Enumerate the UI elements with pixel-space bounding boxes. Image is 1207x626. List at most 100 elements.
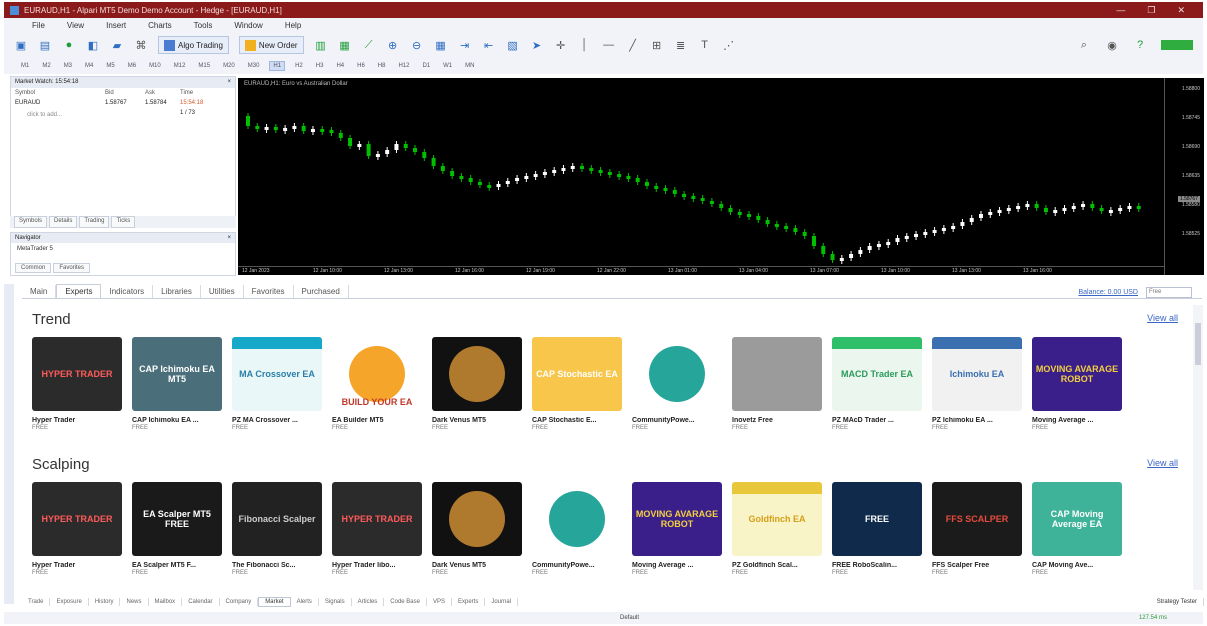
product-image[interactable]: MA Crossover EA xyxy=(232,337,322,411)
close-button[interactable]: ✕ xyxy=(1177,5,1185,16)
timeframe-w1[interactable]: W1 xyxy=(440,62,455,70)
timeframe-m3[interactable]: M3 xyxy=(61,62,75,70)
community-icon[interactable]: ◉ xyxy=(1105,36,1119,54)
timeframe-h3[interactable]: H3 xyxy=(313,62,327,70)
product-card[interactable]: CommunityPowe... FREE xyxy=(632,337,722,431)
product-image[interactable] xyxy=(732,337,822,411)
tab-main[interactable]: Main xyxy=(22,285,57,298)
crosshair-icon[interactable]: ✛ xyxy=(554,36,568,54)
product-image[interactable]: MOVING AVARAGE ROBOT xyxy=(632,482,722,556)
product-card[interactable]: HYPER TRADER Hyper Trader FREE xyxy=(32,482,122,576)
product-card[interactable]: Ichimoku EA PZ Ichimoku EA ... FREE xyxy=(932,337,1022,431)
zoom-out-icon[interactable]: ⊖ xyxy=(410,36,424,54)
tab-exposure[interactable]: Exposure xyxy=(50,598,89,606)
timeframe-m5[interactable]: M5 xyxy=(103,62,117,70)
product-card[interactable]: FFS SCALPER FFS Scalper Free FREE xyxy=(932,482,1022,576)
line-chart-icon[interactable]: ⟋ xyxy=(362,36,376,54)
tab-purchased[interactable]: Purchased xyxy=(294,285,349,298)
timeframe-h1[interactable]: H1 xyxy=(269,61,286,71)
candlestick-icon[interactable]: ▦ xyxy=(338,36,352,54)
add-symbol-row[interactable]: click to add... 1 / 73 xyxy=(11,108,235,122)
autoscroll-icon[interactable]: ⇥ xyxy=(458,36,472,54)
product-image[interactable]: FREE xyxy=(832,482,922,556)
vertical-scrollbar[interactable] xyxy=(1193,305,1203,590)
menu-file[interactable]: File xyxy=(32,21,45,30)
product-image[interactable] xyxy=(432,482,522,556)
tab-indicators[interactable]: Indicators xyxy=(101,285,154,298)
product-image[interactable]: FFS SCALPER xyxy=(932,482,1022,556)
product-image[interactable] xyxy=(632,337,722,411)
product-image[interactable] xyxy=(432,337,522,411)
view-all-link[interactable]: View all xyxy=(1147,458,1178,468)
product-card[interactable]: Goldfinch EA PZ Goldfinch Scal... FREE xyxy=(732,482,822,576)
tab-details[interactable]: Details xyxy=(49,216,78,228)
product-card[interactable]: Dark Venus MT5 FREE xyxy=(432,482,522,576)
product-card[interactable]: MACD Trader EA PZ MAcD Trader ... FREE xyxy=(832,337,922,431)
menu-help[interactable]: Help xyxy=(285,21,301,30)
tab-articles[interactable]: Articles xyxy=(352,598,385,606)
timeframe-m12[interactable]: M12 xyxy=(171,62,189,70)
product-card[interactable]: CAP Stochastic EA CAP Stochastic E... FREE xyxy=(532,337,622,431)
timeframe-h12[interactable]: H12 xyxy=(395,62,412,70)
trendline-icon[interactable]: ╱ xyxy=(626,36,640,54)
product-card[interactable]: HYPER TRADER Hyper Trader FREE xyxy=(32,337,122,431)
tab-journal[interactable]: Journal xyxy=(485,598,519,606)
tab-experts[interactable]: Experts xyxy=(452,598,486,606)
menu-view[interactable]: View xyxy=(67,21,84,30)
view-all-link[interactable]: View all xyxy=(1147,313,1178,323)
tab-favorites[interactable]: Favorites xyxy=(244,285,294,298)
product-image[interactable]: Fibonacci Scalper xyxy=(232,482,322,556)
zoom-in-icon[interactable]: ⊕ xyxy=(386,36,400,54)
tab-trade[interactable]: Trade xyxy=(22,598,51,606)
navigator-item[interactable]: MetaTrader 5 xyxy=(11,243,235,255)
data-window-icon[interactable]: ◧ xyxy=(86,36,100,54)
timeframe-m2[interactable]: M2 xyxy=(39,62,53,70)
column-ask[interactable]: Ask xyxy=(145,90,180,96)
menu-charts[interactable]: Charts xyxy=(148,21,172,30)
timeframe-m20[interactable]: M20 xyxy=(220,62,238,70)
tab-alerts[interactable]: Alerts xyxy=(291,598,319,606)
shapes-icon[interactable]: ⋰ xyxy=(722,36,736,54)
product-card[interactable]: MA Crossover EA PZ MA Crossover ... FREE xyxy=(232,337,322,431)
balance-link[interactable]: Balance: 0.00 USD xyxy=(1070,287,1146,298)
search-icon[interactable]: ⌕ xyxy=(1077,36,1091,54)
tab-company[interactable]: Company xyxy=(220,598,259,606)
timeframe-h8[interactable]: H8 xyxy=(375,62,389,70)
product-card[interactable]: Inovetz Free FREE xyxy=(732,337,822,431)
column-bid[interactable]: Bid xyxy=(105,90,145,96)
horizontal-line-icon[interactable]: — xyxy=(602,36,616,54)
tab-symbols[interactable]: Symbols xyxy=(14,216,48,228)
product-card[interactable]: CAP Ichimoku EA MT5 CAP Ichimoku EA ... FR… xyxy=(132,337,222,431)
vertical-line-icon[interactable]: │ xyxy=(578,36,592,54)
product-card[interactable]: CommunityPowe... FREE xyxy=(532,482,622,576)
channel-icon[interactable]: ⊞ xyxy=(650,36,664,54)
product-image[interactable]: HYPER TRADER xyxy=(332,482,422,556)
product-card[interactable]: MOVING AVARAGE ROBOT Moving Average ... FR… xyxy=(1032,337,1122,431)
fibonacci-icon[interactable]: ≣ xyxy=(674,36,688,54)
column-time[interactable]: Time xyxy=(180,90,225,96)
text-icon[interactable]: T xyxy=(698,36,712,54)
timeframe-h2[interactable]: H2 xyxy=(292,62,306,70)
menu-tools[interactable]: Tools xyxy=(194,21,213,30)
product-image[interactable]: CAP Moving Average EA xyxy=(1032,482,1122,556)
timeframe-m1[interactable]: M1 xyxy=(18,62,32,70)
table-row[interactable]: EURAUD 1.58767 1.58784 15:54:18 xyxy=(11,98,235,108)
tab-experts[interactable]: Experts xyxy=(56,284,102,298)
tab-market[interactable]: Market xyxy=(258,597,291,607)
product-image[interactable]: Ichimoku EA xyxy=(932,337,1022,411)
tab-trading[interactable]: Trading xyxy=(79,216,110,228)
navigator-icon[interactable]: ▰ xyxy=(110,36,124,54)
maximize-button[interactable]: ❐ xyxy=(1147,5,1155,16)
chart-shift-icon[interactable]: ⇤ xyxy=(482,36,496,54)
product-image[interactable]: CAP Ichimoku EA MT5 xyxy=(132,337,222,411)
product-card[interactable]: EA Scalper MT5 FREE EA Scalper MT5 F... FR… xyxy=(132,482,222,576)
cursor-icon[interactable]: ➤ xyxy=(530,36,544,54)
tab-signals[interactable]: Signals xyxy=(319,598,352,606)
menu-window[interactable]: Window xyxy=(234,21,262,30)
product-image[interactable]: MOVING AVARAGE ROBOT xyxy=(1032,337,1122,411)
new-order-button[interactable]: New Order xyxy=(238,36,304,54)
product-card[interactable]: BUILD YOUR EA EA Builder MT5 FREE xyxy=(332,337,422,431)
tab-mailbox[interactable]: Mailbox xyxy=(149,598,183,606)
tab-history[interactable]: History xyxy=(89,598,121,606)
timeframe-m6[interactable]: M6 xyxy=(125,62,139,70)
